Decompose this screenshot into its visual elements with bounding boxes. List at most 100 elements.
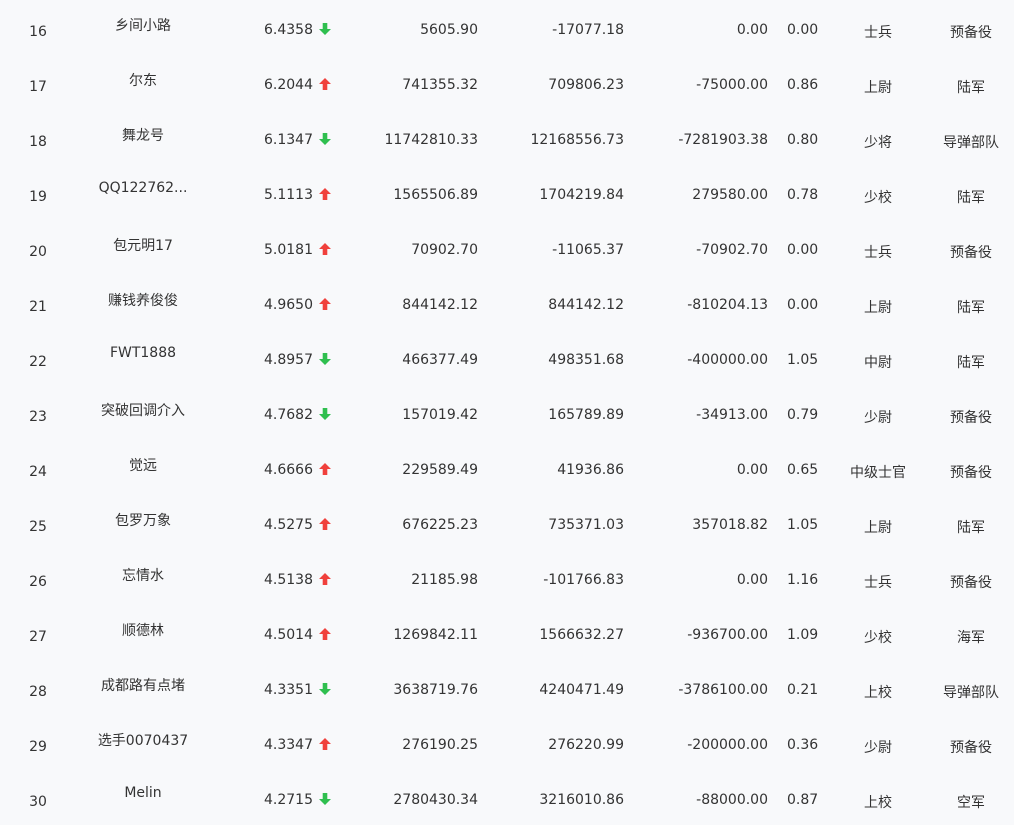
player-name-link[interactable]: 尔东 bbox=[84, 70, 202, 90]
branch-cell: 导弹部队 bbox=[943, 135, 999, 151]
arrow-down-icon bbox=[318, 352, 332, 366]
score-cell: 5.1113 bbox=[264, 187, 313, 203]
arrow-up-icon bbox=[318, 572, 332, 586]
table-row[interactable]: 21 赚钱养俊俊 4.9650 844142.12 844142.12 -810… bbox=[0, 275, 1014, 330]
rank-cell: 29 bbox=[29, 739, 47, 755]
ratio-cell: 0.65 bbox=[787, 462, 819, 478]
table-row[interactable]: 26 忘情水 4.5138 21185.98 -101766.83 0.00 1… bbox=[0, 550, 1014, 605]
table-row[interactable]: 29 选手0070437 4.3347 276190.25 276220.99 … bbox=[0, 715, 1014, 770]
value-cell: -101766.83 bbox=[543, 572, 624, 588]
rank-cell: 25 bbox=[29, 519, 47, 535]
ratio-cell: 0.78 bbox=[787, 187, 819, 203]
value-cell: -810204.13 bbox=[687, 297, 768, 313]
value-cell: -3786100.00 bbox=[678, 682, 768, 698]
player-name-link[interactable]: 顺德林 bbox=[84, 620, 202, 640]
value-cell: 279580.00 bbox=[692, 187, 768, 203]
player-name-link[interactable]: 选手0070437 bbox=[84, 730, 202, 750]
value-cell: 3638719.76 bbox=[393, 682, 478, 698]
table-row[interactable]: 18 舞龙号 6.1347 11742810.33 12168556.73 -7… bbox=[0, 110, 1014, 165]
table-row[interactable]: 17 尔东 6.2044 741355.32 709806.23 -75000.… bbox=[0, 55, 1014, 110]
player-name-link[interactable]: FWT1888 bbox=[84, 345, 202, 361]
branch-cell: 陆军 bbox=[957, 520, 985, 536]
table-row[interactable]: 30 Melin 4.2715 2780430.34 3216010.86 -8… bbox=[0, 770, 1014, 825]
value-cell: 709806.23 bbox=[548, 77, 624, 93]
score-cell: 4.5275 bbox=[264, 517, 313, 533]
table-row[interactable]: 24 觉远 4.6666 229589.49 41936.86 0.00 0.6… bbox=[0, 440, 1014, 495]
arrow-up-icon bbox=[318, 297, 332, 311]
rank-cell: 30 bbox=[29, 794, 47, 810]
player-name-link[interactable]: 舞龙号 bbox=[84, 125, 202, 145]
score-cell: 5.0181 bbox=[264, 242, 313, 258]
score-cell: 6.4358 bbox=[264, 22, 313, 38]
rank-cell: 19 bbox=[29, 189, 47, 205]
table-row[interactable]: 22 FWT1888 4.8957 466377.49 498351.68 -4… bbox=[0, 330, 1014, 385]
score-cell: 4.8957 bbox=[264, 352, 313, 368]
military-rank-cell: 上尉 bbox=[864, 520, 892, 536]
rank-cell: 28 bbox=[29, 684, 47, 700]
rank-cell: 20 bbox=[29, 244, 47, 260]
score-cell: 4.9650 bbox=[264, 297, 313, 313]
score-cell: 4.3351 bbox=[264, 682, 313, 698]
military-rank-cell: 少尉 bbox=[864, 410, 892, 426]
rank-cell: 21 bbox=[29, 299, 47, 315]
player-name-link[interactable]: Melin bbox=[84, 785, 202, 801]
value-cell: -400000.00 bbox=[687, 352, 768, 368]
arrow-up-icon bbox=[318, 517, 332, 531]
military-rank-cell: 上校 bbox=[864, 685, 892, 701]
player-name-link[interactable]: 包罗万象 bbox=[84, 510, 202, 530]
table-row[interactable]: 23 突破回调介入 4.7682 157019.42 165789.89 -34… bbox=[0, 385, 1014, 440]
ratio-cell: 0.79 bbox=[787, 407, 819, 423]
branch-cell: 预备役 bbox=[950, 740, 992, 756]
rank-cell: 27 bbox=[29, 629, 47, 645]
military-rank-cell: 少校 bbox=[864, 630, 892, 646]
value-cell: 466377.49 bbox=[402, 352, 478, 368]
value-cell: 5605.90 bbox=[420, 22, 478, 38]
player-name-link[interactable]: 乡间小路 bbox=[84, 15, 202, 35]
value-cell: 498351.68 bbox=[548, 352, 624, 368]
score-cell: 4.3347 bbox=[264, 737, 313, 753]
value-cell: 3216010.86 bbox=[539, 792, 624, 808]
arrow-up-icon bbox=[318, 627, 332, 641]
rank-cell: 24 bbox=[29, 464, 47, 480]
value-cell: 1566632.27 bbox=[539, 627, 624, 643]
military-rank-cell: 中级士官 bbox=[850, 465, 906, 481]
value-cell: 276190.25 bbox=[402, 737, 478, 753]
player-name-link[interactable]: 赚钱养俊俊 bbox=[84, 290, 202, 310]
ranking-table: 16 乡间小路 6.4358 5605.90 -17077.18 0.00 0.… bbox=[0, 0, 1014, 822]
player-name-link[interactable]: 觉远 bbox=[84, 455, 202, 475]
branch-cell: 陆军 bbox=[957, 80, 985, 96]
value-cell: 676225.23 bbox=[402, 517, 478, 533]
table-row[interactable]: 19 QQ122762... 5.1113 1565506.89 1704219… bbox=[0, 165, 1014, 220]
ratio-cell: 0.80 bbox=[787, 132, 819, 148]
player-name-link[interactable]: 包元明17 bbox=[84, 235, 202, 255]
table-row[interactable]: 25 包罗万象 4.5275 676225.23 735371.03 35701… bbox=[0, 495, 1014, 550]
table-row[interactable]: 16 乡间小路 6.4358 5605.90 -17077.18 0.00 0.… bbox=[0, 0, 1014, 55]
value-cell: -70902.70 bbox=[696, 242, 768, 258]
value-cell: 229589.49 bbox=[402, 462, 478, 478]
player-name-link[interactable]: 成都路有点堵 bbox=[84, 675, 202, 695]
ratio-cell: 0.00 bbox=[787, 22, 819, 38]
military-rank-cell: 上尉 bbox=[864, 80, 892, 96]
arrow-down-icon bbox=[318, 792, 332, 806]
arrow-down-icon bbox=[318, 682, 332, 696]
branch-cell: 预备役 bbox=[950, 245, 992, 261]
arrow-up-icon bbox=[318, 462, 332, 476]
table-row[interactable]: 20 包元明17 5.0181 70902.70 -11065.37 -7090… bbox=[0, 220, 1014, 275]
player-name-link[interactable]: QQ122762... bbox=[84, 180, 202, 196]
value-cell: 11742810.33 bbox=[384, 132, 478, 148]
military-rank-cell: 少尉 bbox=[864, 740, 892, 756]
branch-cell: 陆军 bbox=[957, 355, 985, 371]
table-row[interactable]: 27 顺德林 4.5014 1269842.11 1566632.27 -936… bbox=[0, 605, 1014, 660]
player-name-link[interactable]: 忘情水 bbox=[84, 565, 202, 585]
value-cell: 844142.12 bbox=[402, 297, 478, 313]
score-cell: 4.6666 bbox=[264, 462, 313, 478]
player-name-link[interactable]: 突破回调介入 bbox=[84, 400, 202, 420]
ratio-cell: 0.86 bbox=[787, 77, 819, 93]
ratio-cell: 1.05 bbox=[787, 517, 819, 533]
value-cell: -200000.00 bbox=[687, 737, 768, 753]
value-cell: 0.00 bbox=[736, 22, 768, 38]
table-row[interactable]: 28 成都路有点堵 4.3351 3638719.76 4240471.49 -… bbox=[0, 660, 1014, 715]
arrow-down-icon bbox=[318, 407, 332, 421]
military-rank-cell: 士兵 bbox=[864, 25, 892, 41]
rank-cell: 23 bbox=[29, 409, 47, 425]
